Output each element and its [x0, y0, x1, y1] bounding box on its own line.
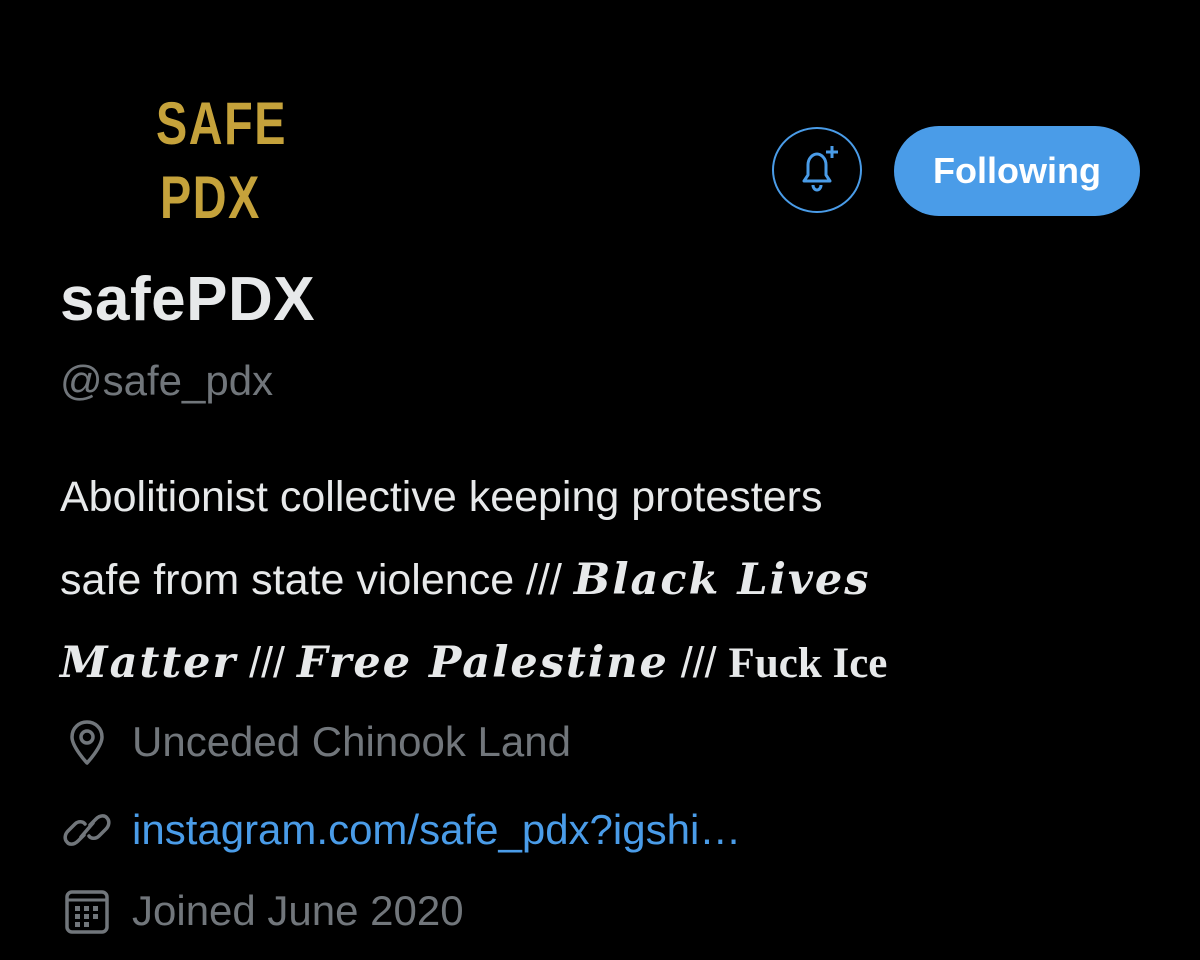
- joined-row: Joined June 2020: [60, 884, 464, 938]
- bio-line-1: Abolitionist collective keeping proteste…: [60, 473, 823, 521]
- avatar[interactable]: SAFE PDX: [60, 40, 286, 228]
- bio-blackletter-text: Free Palestine: [296, 638, 669, 688]
- joined-text: Joined June 2020: [132, 887, 464, 934]
- website-row[interactable]: instagram.com/safe_pdx?igshi…: [60, 803, 741, 857]
- following-button[interactable]: Following: [894, 126, 1140, 216]
- avatar-logo-line-1: SAFE: [156, 90, 288, 157]
- bio-line-2: safe from state violence /// Black Lives: [60, 539, 1160, 622]
- location-text: Unceded Chinook Land: [132, 718, 571, 765]
- link-icon: [60, 803, 114, 857]
- bio: Abolitionist collective keeping proteste…: [60, 456, 1160, 705]
- bio-bold-text: Fuck Ice: [728, 640, 888, 687]
- display-name: safePDX: [60, 265, 316, 334]
- avatar-logo-line-2: PDX: [160, 164, 261, 231]
- bio-separator: ///: [237, 639, 297, 687]
- notifications-button[interactable]: [772, 127, 862, 213]
- location-row: Unceded Chinook Land: [60, 715, 571, 769]
- bio-blackletter-text: Matter: [60, 638, 238, 688]
- bio-line-3: Matter /// Free Palestine /// Fuck Ice: [60, 622, 1160, 705]
- location-pin-icon: [60, 715, 114, 769]
- handle: @safe_pdx: [60, 357, 274, 404]
- bio-separator: ///: [668, 639, 729, 687]
- bio-text: safe from state violence ///: [60, 556, 574, 604]
- bio-blackletter-text: Black Lives: [573, 555, 871, 605]
- calendar-icon: [60, 884, 114, 938]
- bell-plus-icon: [802, 146, 838, 192]
- website-link[interactable]: instagram.com/safe_pdx?igshi…: [132, 806, 741, 854]
